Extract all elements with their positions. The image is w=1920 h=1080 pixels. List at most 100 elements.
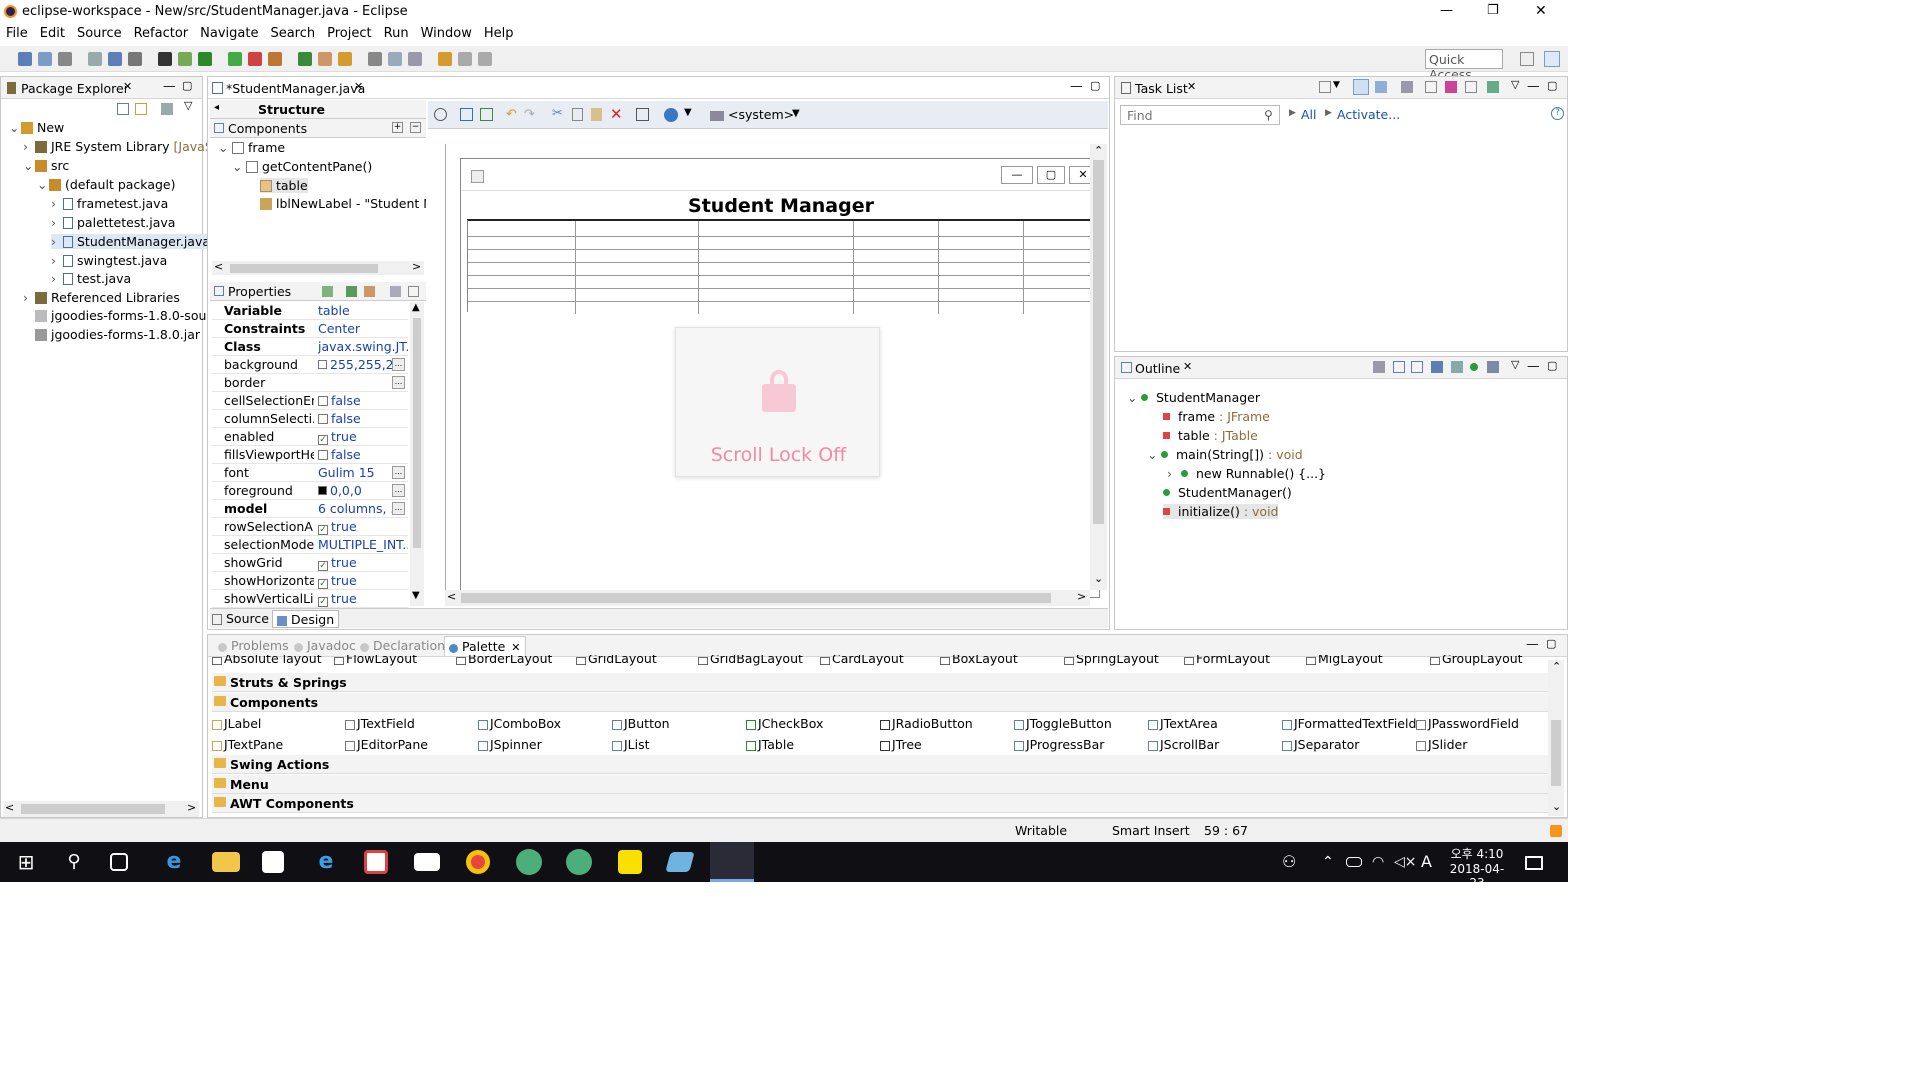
toolbar-button-icon[interactable] bbox=[338, 52, 352, 66]
palette-component-item[interactable]: JSpinner bbox=[478, 737, 542, 752]
outline-item[interactable]: table : JTable bbox=[1163, 428, 1258, 443]
property-row[interactable]: foreground 0,0,0... bbox=[212, 482, 408, 500]
tree-toggle-icon[interactable]: ⌄ bbox=[9, 120, 21, 135]
activate-link[interactable]: Activate... bbox=[1337, 107, 1400, 122]
minimize-view-icon[interactable]: — bbox=[1070, 78, 1083, 93]
checkbox-unchecked-icon[interactable] bbox=[318, 396, 328, 406]
tab-problems[interactable]: Problems bbox=[214, 636, 293, 656]
outline-item[interactable]: frame : JFrame bbox=[1163, 409, 1270, 424]
tab-declaration[interactable]: Declaration bbox=[356, 636, 449, 656]
atom-icon[interactable] bbox=[516, 849, 542, 875]
checkbox-unchecked-icon[interactable] bbox=[318, 450, 328, 460]
tree-item[interactable]: ⌄ src bbox=[23, 158, 69, 173]
menu-refactor[interactable]: Refactor bbox=[128, 24, 195, 43]
test-gui-icon[interactable] bbox=[434, 108, 447, 121]
start-icon[interactable]: ⊞ bbox=[12, 848, 40, 876]
maximize-view-icon[interactable]: ▢ bbox=[1546, 637, 1556, 650]
toolbar-button-icon[interactable] bbox=[408, 52, 422, 66]
palette-component-item[interactable]: JSlider bbox=[1416, 737, 1467, 752]
focus-icon[interactable] bbox=[1445, 81, 1457, 93]
property-value[interactable]: false bbox=[318, 411, 408, 426]
menu-search[interactable]: Search bbox=[264, 24, 321, 43]
menu-file[interactable]: File bbox=[0, 24, 34, 43]
minimize-view-icon[interactable]: — bbox=[1527, 78, 1540, 93]
notepad-icon[interactable] bbox=[665, 852, 695, 872]
palette-component-item[interactable]: JToggleButton bbox=[1014, 716, 1112, 731]
tree-toggle-icon[interactable]: › bbox=[23, 139, 35, 154]
tree-item[interactable]: › Referenced Libraries bbox=[23, 290, 180, 305]
canvas-hscrollbar[interactable]: < > bbox=[445, 590, 1090, 606]
globe-icon[interactable] bbox=[664, 108, 678, 122]
close-button[interactable]: ✕ bbox=[1535, 3, 1547, 19]
frame-maximize-icon[interactable]: ▢ bbox=[1037, 166, 1065, 184]
property-row[interactable]: columnSelecti... false bbox=[212, 410, 408, 428]
tree-item[interactable]: ⌄ New bbox=[9, 120, 64, 135]
clock-date[interactable]: 2018-04-23 bbox=[1445, 862, 1509, 890]
tab-task-list[interactable]: Task List bbox=[1135, 81, 1188, 96]
tree-file-item[interactable]: › swingtest.java bbox=[51, 253, 167, 268]
palette-component-item[interactable]: JTable bbox=[746, 737, 794, 752]
property-value[interactable]: ✓ true bbox=[318, 573, 408, 589]
tree-item[interactable]: › JRE System Library [JavaSE bbox=[23, 139, 221, 154]
sync-icon[interactable] bbox=[1465, 81, 1477, 93]
palette-component-item[interactable]: JEditorPane bbox=[345, 737, 428, 752]
checkbox-checked-icon[interactable]: ✓ bbox=[318, 597, 328, 607]
minimize-view-icon[interactable]: — bbox=[1526, 636, 1539, 651]
maximize-button[interactable]: ❐ bbox=[1487, 3, 1499, 18]
edge-icon[interactable]: e bbox=[160, 848, 188, 876]
property-value[interactable]: ✓ true bbox=[318, 555, 408, 571]
palette-group-header[interactable]: Struts & Springs bbox=[212, 673, 1548, 692]
tree-toggle-icon[interactable]: ⌄ bbox=[37, 177, 49, 192]
components-hscrollbar[interactable]: < > bbox=[212, 260, 424, 275]
palette-component-item[interactable]: JPasswordField bbox=[1416, 716, 1519, 731]
property-value[interactable]: Center bbox=[318, 321, 408, 336]
toolbar-button-icon[interactable] bbox=[38, 52, 52, 66]
collapse-icon[interactable] bbox=[1425, 81, 1437, 93]
palette-layout-item[interactable]: FormLayout bbox=[1184, 655, 1270, 669]
copy-icon[interactable] bbox=[572, 108, 583, 121]
menu-project[interactable]: Project bbox=[321, 24, 377, 43]
palette-hscrollbar[interactable] bbox=[6, 801, 202, 815]
toolbar-button-icon[interactable] bbox=[248, 52, 262, 66]
new-task-icon[interactable] bbox=[1319, 81, 1331, 93]
ellipsis-button[interactable]: ... bbox=[392, 376, 405, 389]
status-position[interactable]: 59 : 67 bbox=[1204, 823, 1248, 838]
toolbar-button-icon[interactable] bbox=[58, 52, 72, 66]
file-explorer-icon[interactable] bbox=[212, 852, 240, 872]
tree-toggle-icon[interactable]: › bbox=[51, 234, 63, 249]
toolbar-button-icon[interactable] bbox=[128, 52, 142, 66]
tree-toggle-icon[interactable]: ⌄ bbox=[1127, 390, 1141, 405]
laf-dropdown-icon[interactable]: ▼ bbox=[792, 108, 800, 119]
property-value[interactable]: table bbox=[318, 303, 408, 318]
all-link[interactable]: All bbox=[1301, 107, 1317, 122]
clock-time[interactable]: 오후 4:10 bbox=[1445, 845, 1509, 862]
tree-toggle-icon[interactable]: ⌄ bbox=[218, 140, 232, 155]
search-icon[interactable]: ⚲ bbox=[1264, 108, 1273, 122]
toolbar-button-icon[interactable] bbox=[158, 52, 172, 66]
tree-toggle-icon[interactable]: › bbox=[51, 271, 63, 286]
tree-toggle-icon[interactable]: ⌄ bbox=[1147, 447, 1161, 462]
perspective-icon[interactable] bbox=[1520, 52, 1534, 66]
kakaotalk-icon[interactable] bbox=[618, 850, 642, 874]
tree-toggle-icon[interactable]: › bbox=[51, 196, 63, 211]
store-icon[interactable] bbox=[262, 851, 284, 873]
tree-toggle-icon[interactable]: › bbox=[51, 253, 63, 268]
tree-file-item[interactable]: › frametest.java bbox=[51, 196, 168, 211]
show-advanced-icon[interactable] bbox=[390, 286, 401, 297]
toolbar-button-icon[interactable] bbox=[88, 52, 102, 66]
status-insert[interactable]: Smart Insert bbox=[1112, 823, 1190, 838]
eclipse-taskbar-icon[interactable] bbox=[710, 842, 754, 882]
toolbar-button-icon[interactable] bbox=[388, 52, 402, 66]
checkbox-checked-icon[interactable]: ✓ bbox=[318, 525, 328, 535]
property-row[interactable]: showVerticalLi... ✓true bbox=[212, 590, 408, 608]
palette-component-item[interactable]: JSeparator bbox=[1282, 737, 1359, 752]
view-menu-icon[interactable]: ▽ bbox=[1511, 78, 1519, 91]
component-item[interactable]: ⌄ getContentPane() bbox=[232, 159, 372, 174]
tab-javadoc[interactable]: Javadoc bbox=[290, 636, 360, 656]
tree-file-item[interactable]: › StudentManager.java bbox=[51, 234, 211, 249]
dropdown-arrow-icon[interactable]: ▼ bbox=[1333, 80, 1340, 90]
outline-item[interactable]: StudentManager() bbox=[1163, 485, 1292, 500]
checkbox-checked-icon[interactable]: ✓ bbox=[318, 561, 328, 571]
tree-item[interactable]: jgoodies-forms-1.8.0-sourc bbox=[23, 308, 218, 323]
property-row[interactable]: model 6 columns, ...... bbox=[212, 500, 408, 518]
